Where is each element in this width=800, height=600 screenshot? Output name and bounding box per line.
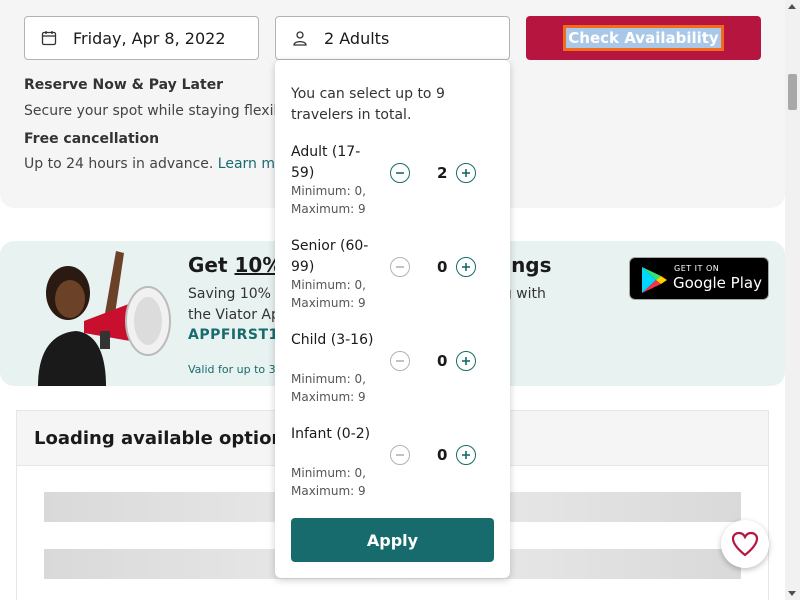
promo-head-prefix: Get <box>188 253 235 277</box>
check-availability-button[interactable]: Check Availability <box>526 16 761 60</box>
plus-circle-icon <box>462 263 470 271</box>
travelers-value: 2 Adults <box>324 28 390 48</box>
store-big-label: Google Play <box>673 274 762 292</box>
perk-text-cancellation: Up to 24 hours in advance. Learn mo <box>24 156 275 172</box>
child-decrement-button[interactable] <box>390 351 410 371</box>
calendar-icon <box>25 30 73 46</box>
child-increment-button[interactable] <box>456 351 476 371</box>
traveler-label: Infant (0-2) <box>291 426 371 442</box>
traveler-limits: Minimum: 0, Maximum: 9 <box>291 466 366 498</box>
perk-title-cancellation: Free cancellation <box>24 131 160 147</box>
perk-title-reserve: Reserve Now & Pay Later <box>24 77 224 93</box>
traveler-label: Senior (60-99) <box>291 238 369 275</box>
person-icon <box>276 30 324 46</box>
date-value: Friday, Apr 8, 2022 <box>73 28 226 48</box>
traveler-row-adult: Adult (17-59) Minimum: 0, Maximum: 9 2 <box>291 142 496 228</box>
traveler-row-infant: Infant (0-2) Minimum: 0, Maximum: 9 0 <box>291 424 496 510</box>
travelers-picker[interactable]: 2 Adults <box>275 16 510 60</box>
traveler-row-senior: Senior (60-99) Minimum: 0, Maximum: 9 0 <box>291 236 496 322</box>
perk-cancellation-text: Up to 24 hours in advance. <box>24 156 214 172</box>
perk-text-reserve: Secure your spot while staying flexib <box>24 103 275 119</box>
apply-button[interactable]: Apply <box>291 518 494 562</box>
traveler-limits: Minimum: 0, Maximum: 9 <box>291 278 366 310</box>
date-picker[interactable]: Friday, Apr 8, 2022 <box>24 16 259 60</box>
plus-circle-icon <box>462 357 470 365</box>
infant-decrement-button[interactable] <box>390 445 410 465</box>
learn-more-link[interactable]: Learn mo <box>218 156 275 172</box>
google-play-badge[interactable]: GET IT ON Google Play <box>629 257 769 300</box>
plus-circle-icon <box>462 169 470 177</box>
minus-circle-icon <box>396 360 404 362</box>
traveler-limits: Minimum: 0, Maximum: 9 <box>291 372 366 404</box>
traveler-label: Child (3-16) <box>291 332 374 348</box>
promo-code: APPFIRST10 <box>188 327 290 343</box>
infant-increment-button[interactable] <box>456 445 476 465</box>
adult-increment-button[interactable] <box>456 163 476 183</box>
travelers-popover: You can select up to 9 travelers in tota… <box>275 60 510 578</box>
favorite-button[interactable] <box>721 520 769 568</box>
traveler-limits: Minimum: 0, Maximum: 9 <box>291 184 366 216</box>
senior-increment-button[interactable] <box>456 257 476 277</box>
minus-circle-icon <box>396 454 404 456</box>
page-scrollbar[interactable] <box>785 0 800 600</box>
traveler-row-child: Child (3-16) Minimum: 0, Maximum: 9 0 <box>291 330 496 416</box>
store-small-label: GET IT ON <box>674 264 720 273</box>
megaphone-person-illustration <box>24 241 174 386</box>
scroll-thumb[interactable] <box>788 74 797 110</box>
minus-circle-icon <box>396 266 404 268</box>
scroll-down-arrow-icon[interactable] <box>788 591 796 596</box>
traveler-label: Adult (17-59) <box>291 144 361 181</box>
check-availability-label: Check Availability <box>563 25 724 51</box>
senior-decrement-button[interactable] <box>390 257 410 277</box>
minus-circle-icon <box>396 172 404 174</box>
travelers-info: You can select up to 9 travelers in tota… <box>291 86 445 123</box>
google-play-icon <box>642 267 667 293</box>
adult-decrement-button[interactable] <box>390 163 410 183</box>
plus-circle-icon <box>462 451 470 459</box>
scroll-up-arrow-icon[interactable] <box>788 4 796 9</box>
heart-icon <box>731 531 759 557</box>
